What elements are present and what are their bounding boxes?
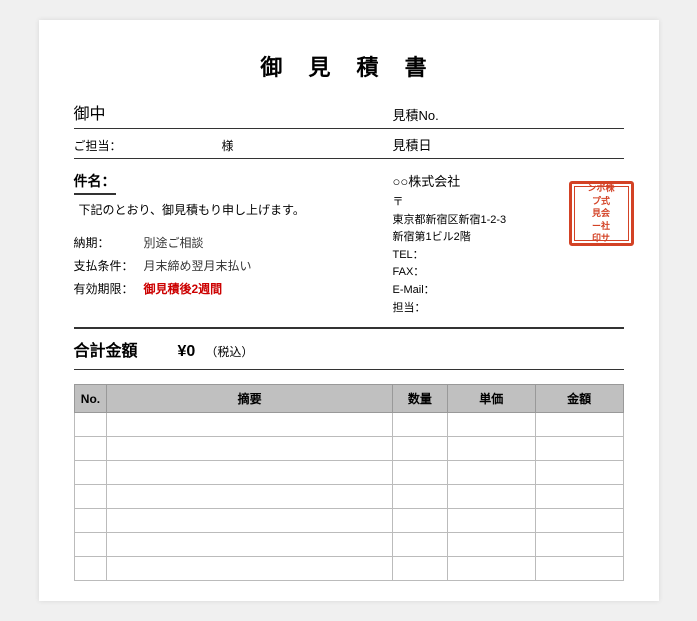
- table-cell: [392, 437, 447, 461]
- total-amount: ¥0: [178, 343, 196, 361]
- table-cell: [535, 413, 623, 437]
- table-cell: [535, 485, 623, 509]
- table-cell: [107, 413, 392, 437]
- table-cell: [535, 461, 623, 485]
- table-cell: [447, 437, 535, 461]
- table-cell: [392, 413, 447, 437]
- table-cell: [74, 533, 107, 557]
- document-title: 御 見 積 書: [74, 50, 624, 82]
- items-table: No. 摘要 数量 単価 金額: [74, 384, 624, 581]
- table-cell: [74, 437, 107, 461]
- table-row: [74, 557, 623, 581]
- table-cell: [535, 437, 623, 461]
- company-fax: FAX：: [393, 264, 624, 282]
- table-cell: [535, 509, 623, 533]
- table-cell: [447, 461, 535, 485]
- term-row-validity: 有効期限： 御見積後2週間: [74, 278, 377, 301]
- tantou-label: ご担当：: [74, 139, 122, 153]
- company-email: E-Mail：: [393, 282, 624, 300]
- tantou-suffix: 様: [222, 139, 234, 153]
- right-section: ○○株式会社 〒 東京都新宿区新宿1-2-3 新宿第1ビル2階 TEL： FAX…: [393, 171, 624, 317]
- term-label-payment: 支払条件：: [74, 255, 144, 278]
- table-cell: [74, 557, 107, 581]
- term-label-delivery: 納期：: [74, 232, 144, 255]
- col-header-no: No.: [74, 385, 107, 413]
- table-cell: [392, 533, 447, 557]
- table-cell: [107, 533, 392, 557]
- total-label: 合計金額: [74, 337, 138, 361]
- table-cell: [447, 557, 535, 581]
- subject-label: 件名：: [74, 171, 377, 201]
- table-cell: [107, 509, 392, 533]
- term-value-delivery: 別途ご相談: [144, 232, 204, 255]
- attn-label: 御中: [74, 106, 106, 123]
- attn-block: 御中: [74, 100, 377, 124]
- header-row-1: 御中 見積No.: [74, 100, 624, 129]
- table-cell: [107, 557, 392, 581]
- subject-note: 下記のとおり、御見積もり申し上げます。: [74, 201, 377, 218]
- quote-document: 御 見 積 書 御中 見積No. ご担当： 様 見積日 件名： 下記のとおり、御…: [39, 20, 659, 601]
- table-cell: [535, 557, 623, 581]
- table-row: [74, 485, 623, 509]
- term-value-validity: 御見積後2週間: [144, 278, 223, 301]
- total-section: 合計金額 ¥0 （税込）: [74, 327, 624, 370]
- term-value-payment: 月末締め翌月末払い: [144, 255, 252, 278]
- table-cell: [392, 509, 447, 533]
- table-row: [74, 413, 623, 437]
- company-tel: TEL：: [393, 247, 624, 265]
- table-row: [74, 437, 623, 461]
- table-cell: [392, 461, 447, 485]
- table-row: [74, 533, 623, 557]
- table-cell: [392, 485, 447, 509]
- body-section: 件名： 下記のとおり、御見積もり申し上げます。 納期： 別途ご相談 支払条件： …: [74, 171, 624, 317]
- table-row: [74, 461, 623, 485]
- table-cell: [74, 485, 107, 509]
- table-header-row: No. 摘要 数量 単価 金額: [74, 385, 623, 413]
- table-cell: [447, 509, 535, 533]
- term-row-delivery: 納期： 別途ご相談: [74, 232, 377, 255]
- table-cell: [74, 461, 107, 485]
- estimate-no-block: 見積No.: [393, 105, 624, 124]
- table-cell: [392, 557, 447, 581]
- table-cell: [535, 533, 623, 557]
- table-cell: [74, 509, 107, 533]
- header-row-2: ご担当： 様 見積日: [74, 135, 624, 159]
- table-cell: [107, 461, 392, 485]
- stamp-inner: ンポ株 プ式 見会 ー社 印サ: [574, 186, 629, 241]
- table-cell: [447, 485, 535, 509]
- col-header-qty: 数量: [392, 385, 447, 413]
- table-cell: [74, 413, 107, 437]
- tantou-block: ご担当： 様: [74, 137, 377, 154]
- terms-block: 納期： 別途ご相談 支払条件： 月末締め翌月末払い 有効期限： 御見積後2週間: [74, 232, 377, 300]
- table-cell: [107, 485, 392, 509]
- estimate-no-label: 見積No.: [393, 108, 439, 123]
- left-section: 件名： 下記のとおり、御見積もり申し上げます。 納期： 別途ご相談 支払条件： …: [74, 171, 377, 317]
- company-stamp: ンポ株 プ式 見会 ー社 印サ: [569, 181, 634, 246]
- col-header-desc: 摘要: [107, 385, 392, 413]
- table-cell: [107, 437, 392, 461]
- table-cell: [447, 533, 535, 557]
- estimate-date-block: 見積日: [393, 135, 624, 154]
- term-label-validity: 有効期限：: [74, 278, 144, 301]
- term-row-payment: 支払条件： 月末締め翌月末払い: [74, 255, 377, 278]
- estimate-date-label: 見積日: [393, 138, 432, 153]
- table-row: [74, 509, 623, 533]
- col-header-amount: 金額: [535, 385, 623, 413]
- table-cell: [447, 413, 535, 437]
- col-header-unit: 単価: [447, 385, 535, 413]
- company-charge: 担当：: [393, 300, 624, 318]
- total-tax: （税込）: [205, 343, 253, 360]
